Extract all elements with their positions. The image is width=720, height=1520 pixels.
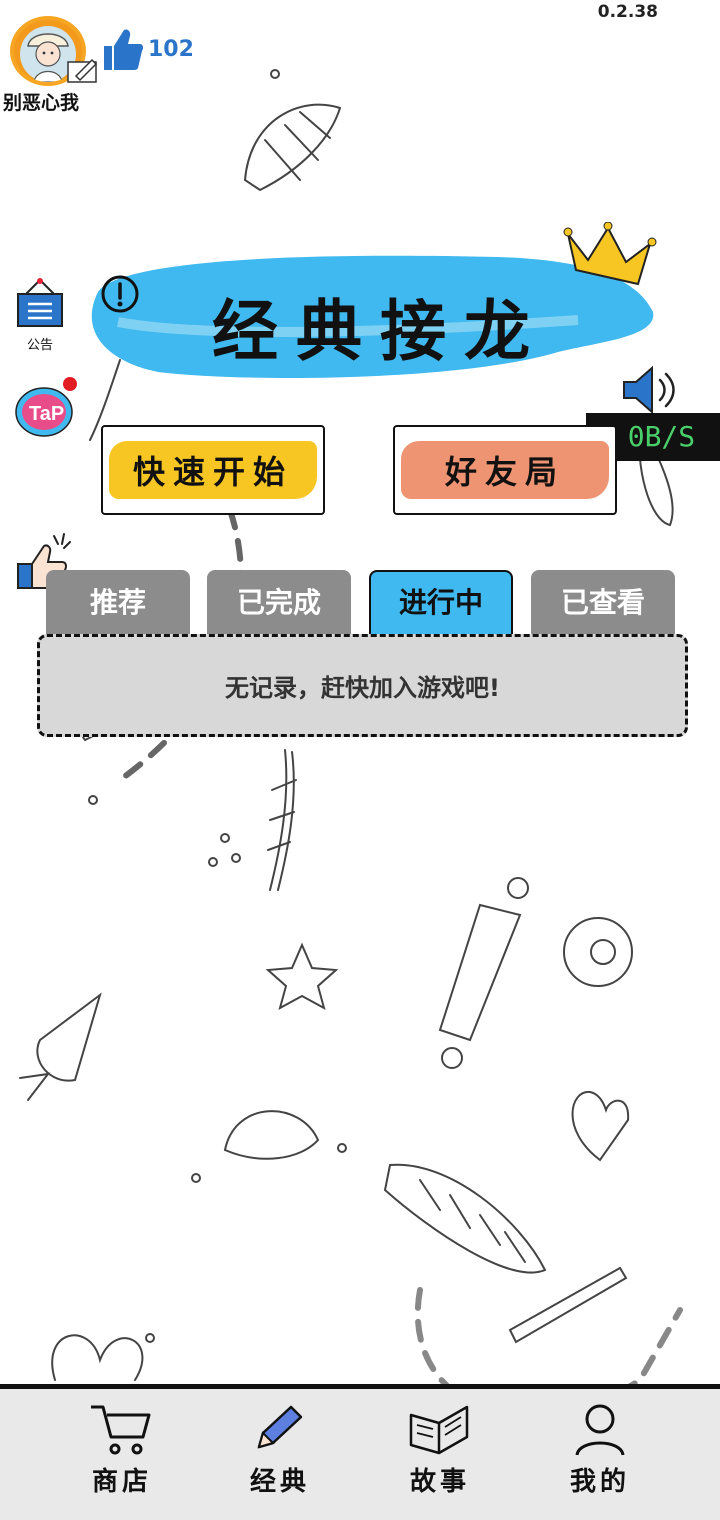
friends-game-label: 好友局: [444, 453, 565, 491]
empty-message: 无记录，赶快加入游戏吧!: [225, 674, 500, 702]
tab-in-progress[interactable]: 进行中: [369, 570, 513, 636]
quick-start-button[interactable]: 快速开始: [101, 425, 325, 515]
like-count: 102: [148, 36, 194, 62]
title-banner: 经典接龙: [78, 221, 668, 392]
info-icon[interactable]: [100, 274, 140, 314]
tap-badge-text: TaP: [29, 403, 64, 425]
pencil-icon: [257, 1405, 303, 1449]
notice-label: 公告: [26, 338, 53, 353]
cart-icon: [91, 1405, 151, 1455]
notice-board-icon: [17, 278, 63, 327]
record-tabs: 推荐 已完成 进行中 已查看: [46, 570, 676, 636]
tab-recommended[interactable]: 推荐: [46, 570, 190, 636]
speed-text: 0B/S: [627, 420, 696, 453]
nav-classic[interactable]: 经典: [220, 1401, 340, 1511]
nav-shop[interactable]: 商店: [62, 1401, 182, 1511]
nav-profile-label: 我的: [569, 1467, 630, 1497]
like-counter[interactable]: 102: [100, 26, 194, 72]
quick-start-label: 快速开始: [132, 453, 293, 491]
nav-story-label: 故事: [409, 1467, 470, 1497]
bottom-navigation: 商店 经典 故事 我的: [0, 1384, 720, 1520]
edit-profile-icon[interactable]: [66, 56, 100, 84]
username: 别恶心我: [3, 92, 80, 114]
empty-records-panel: 无记录，赶快加入游戏吧!: [37, 634, 688, 737]
person-icon: [575, 1404, 625, 1456]
tab-completed[interactable]: 已完成: [207, 570, 351, 636]
thumbs-up-icon: [104, 29, 144, 71]
friends-game-button[interactable]: 好友局: [393, 425, 617, 515]
nav-shop-label: 商店: [91, 1467, 152, 1497]
nav-profile[interactable]: 我的: [540, 1401, 660, 1511]
nav-classic-label: 经典: [249, 1467, 310, 1497]
speaker-icon[interactable]: [620, 364, 682, 416]
nav-story[interactable]: 故事: [380, 1401, 500, 1511]
version-label: 0.2.38: [597, 2, 658, 22]
book-icon: [409, 1405, 469, 1455]
taptap-icon[interactable]: TaP: [14, 376, 80, 438]
game-title: 经典接龙: [212, 292, 548, 370]
notice-button[interactable]: 公告: [14, 278, 66, 353]
tab-viewed[interactable]: 已查看: [531, 570, 675, 636]
